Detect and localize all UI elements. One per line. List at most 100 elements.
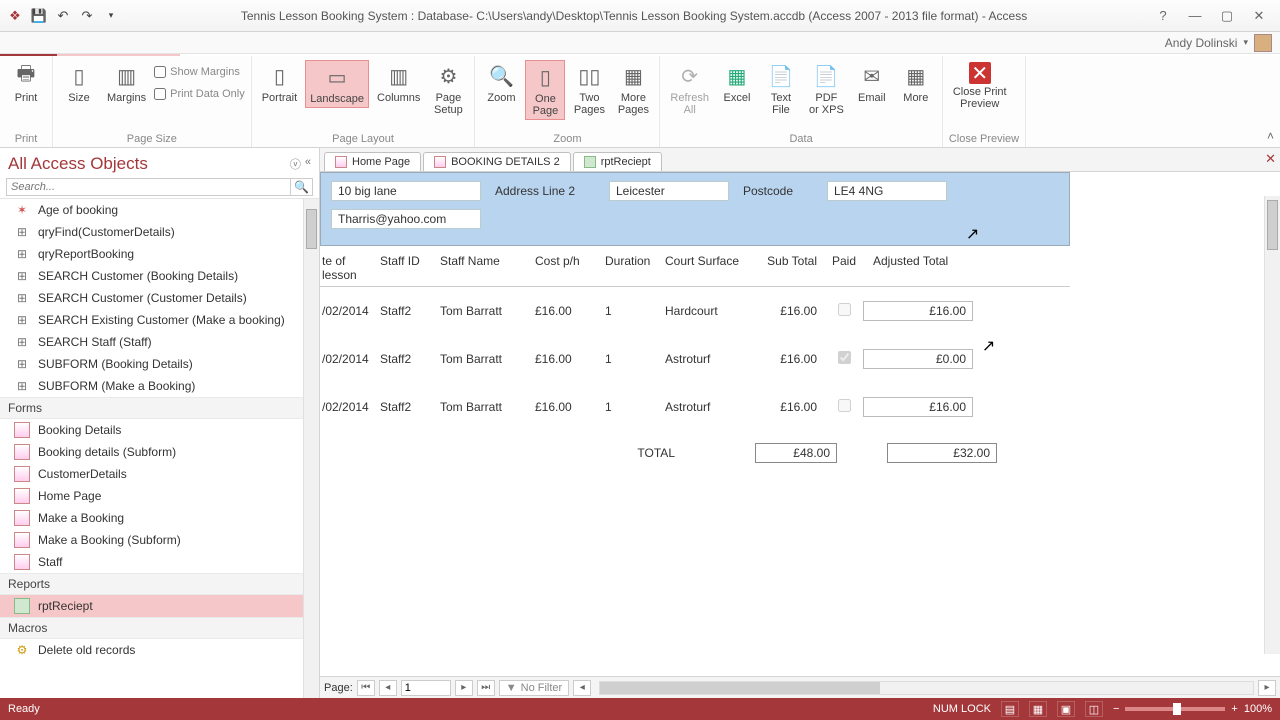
category-label: Reports: [8, 577, 50, 591]
nav-item[interactable]: ⊞SEARCH Existing Customer (Make a bookin…: [0, 309, 319, 331]
zoom-level[interactable]: 100%: [1244, 703, 1272, 715]
nav-item[interactable]: ⚙Delete old records: [0, 639, 319, 661]
excel-button[interactable]: ▦Excel: [717, 60, 757, 106]
tab-rptreciept[interactable]: rptReciept: [573, 152, 662, 171]
query-icon: ✶: [14, 202, 30, 218]
group-closepreview: Close Preview: [949, 131, 1019, 145]
search-icon[interactable]: 🔍: [291, 178, 313, 196]
nav-item-label: rptReciept: [38, 599, 93, 613]
collapse-ribbon-icon[interactable]: ˄: [1267, 129, 1274, 143]
nav-item[interactable]: Make a Booking (Subform): [0, 529, 319, 551]
view-design-icon[interactable]: ◫: [1085, 701, 1103, 717]
nav-scrollbar[interactable]: [303, 199, 319, 698]
horizontal-scrollbar[interactable]: [599, 681, 1254, 695]
view-layout-icon[interactable]: ▣: [1057, 701, 1075, 717]
nav-category[interactable]: Macros⌃: [0, 617, 319, 639]
hscroll-left-button[interactable]: ◂: [573, 680, 591, 696]
email-button[interactable]: ✉Email: [852, 60, 892, 106]
zoom-button[interactable]: 🔍Zoom: [481, 60, 521, 106]
save-icon[interactable]: 💾: [30, 7, 48, 25]
navigation-pane: All Access Objects ⓥ« 🔍 ✶Age of booking⊞…: [0, 148, 320, 698]
filter-icon: ▼: [506, 682, 517, 694]
view-print-icon[interactable]: ▦: [1029, 701, 1047, 717]
close-tab-icon[interactable]: ✕: [1265, 151, 1276, 167]
nav-title[interactable]: All Access Objects: [8, 154, 148, 174]
one-page-button[interactable]: ▯One Page: [525, 60, 565, 120]
undo-icon[interactable]: ↶: [54, 7, 72, 25]
nav-item[interactable]: Booking details (Subform): [0, 441, 319, 463]
nav-item-label: CustomerDetails: [38, 467, 127, 481]
hscroll-right-button[interactable]: ▸: [1258, 680, 1276, 696]
nav-item[interactable]: Booking Details: [0, 419, 319, 441]
user-dropdown-icon[interactable]: ▾: [1243, 37, 1248, 48]
nav-item[interactable]: ⊞qryFind(CustomerDetails): [0, 221, 319, 243]
close-window-icon[interactable]: ✕: [1244, 5, 1274, 27]
qat-dropdown-icon[interactable]: ▾: [102, 7, 120, 25]
zoom-in-button[interactable]: +: [1231, 703, 1237, 715]
refresh-all-button[interactable]: ⟳Refresh All: [666, 60, 713, 118]
cell-duration: 1: [605, 304, 665, 318]
print-data-only-checkbox[interactable]: Print Data Only: [154, 88, 245, 100]
last-page-button[interactable]: ⏭: [477, 680, 495, 696]
next-page-button[interactable]: ▸: [455, 680, 473, 696]
cell-date: /02/2014: [320, 400, 380, 414]
query-icon: ⊞: [14, 290, 30, 306]
nav-category[interactable]: Reports⌃: [0, 573, 319, 595]
user-name[interactable]: Andy Dolinski: [1165, 36, 1238, 50]
minimize-icon[interactable]: —: [1180, 5, 1210, 27]
report-page[interactable]: 10 big lane Address Line 2 Leicester Pos…: [320, 172, 1280, 676]
zoom-out-button[interactable]: −: [1113, 703, 1119, 715]
zoom-slider[interactable]: [1125, 707, 1225, 711]
no-filter-button[interactable]: ▼No Filter: [499, 680, 569, 696]
more-export-button[interactable]: ▦More: [896, 60, 936, 106]
first-page-button[interactable]: ⏮: [357, 680, 375, 696]
page-setup-button[interactable]: ⚙Page Setup: [428, 60, 468, 118]
nav-item[interactable]: Make a Booking: [0, 507, 319, 529]
nav-item[interactable]: ⊞SEARCH Customer (Booking Details): [0, 265, 319, 287]
address2-label: Address Line 2: [495, 184, 595, 198]
pdf-xps-button[interactable]: 📄PDF or XPS: [805, 60, 848, 118]
nav-item[interactable]: rptReciept: [0, 595, 319, 617]
show-margins-checkbox[interactable]: Show Margins: [154, 66, 245, 78]
tab-home-page[interactable]: Home Page: [324, 152, 421, 171]
print-button[interactable]: 🖶 Print: [6, 60, 46, 106]
text-file-button[interactable]: 📄Text File: [761, 60, 801, 118]
nav-dropdown-icon[interactable]: ⓥ: [290, 156, 301, 172]
nav-item[interactable]: Staff: [0, 551, 319, 573]
redo-icon[interactable]: ↷: [78, 7, 96, 25]
group-pagelayout: Page Layout: [258, 131, 469, 145]
table-row: /02/2014Staff2Tom Barratt£16.001Astrotur…: [320, 383, 1070, 431]
portrait-button[interactable]: ▯Portrait: [258, 60, 301, 106]
nav-category[interactable]: Forms⌃: [0, 397, 319, 419]
avatar[interactable]: [1254, 34, 1272, 52]
total-adj: £32.00: [887, 443, 997, 463]
ribbon: 🖶 Print Print ▯Size ▥Margins Show Margin…: [0, 56, 1280, 148]
search-input[interactable]: [6, 178, 291, 196]
page-number-input[interactable]: [401, 680, 451, 696]
nav-item[interactable]: ⊞SEARCH Staff (Staff): [0, 331, 319, 353]
nav-collapse-icon[interactable]: «: [305, 156, 311, 172]
columns-button[interactable]: ▥Columns: [373, 60, 424, 106]
nav-item[interactable]: Home Page: [0, 485, 319, 507]
tab-booking-details[interactable]: BOOKING DETAILS 2: [423, 152, 571, 171]
view-report-icon[interactable]: ▤: [1001, 701, 1019, 717]
nav-item[interactable]: ✶Age of booking: [0, 199, 319, 221]
help-icon[interactable]: ?: [1148, 5, 1178, 27]
nav-item[interactable]: CustomerDetails: [0, 463, 319, 485]
prev-page-button[interactable]: ◂: [379, 680, 397, 696]
nav-item[interactable]: ⊞SUBFORM (Make a Booking): [0, 375, 319, 397]
more-pages-button[interactable]: ▦More Pages: [613, 60, 653, 118]
nav-item-label: Home Page: [38, 489, 101, 503]
two-pages-button[interactable]: ▯▯Two Pages: [569, 60, 609, 118]
nav-item[interactable]: ⊞qryReportBooking: [0, 243, 319, 265]
margins-button[interactable]: ▥Margins: [103, 60, 150, 106]
close-preview-button[interactable]: ✕Close Print Preview: [949, 60, 1011, 112]
nav-item[interactable]: ⊞SEARCH Customer (Customer Details): [0, 287, 319, 309]
cell-paid: [825, 351, 863, 367]
size-button[interactable]: ▯Size: [59, 60, 99, 106]
nav-item[interactable]: ⊞SUBFORM (Booking Details): [0, 353, 319, 375]
landscape-button[interactable]: ▭Landscape: [305, 60, 369, 108]
maximize-icon[interactable]: ▢: [1212, 5, 1242, 27]
paid-checkbox: [838, 399, 851, 412]
vertical-scrollbar[interactable]: [1264, 196, 1280, 654]
